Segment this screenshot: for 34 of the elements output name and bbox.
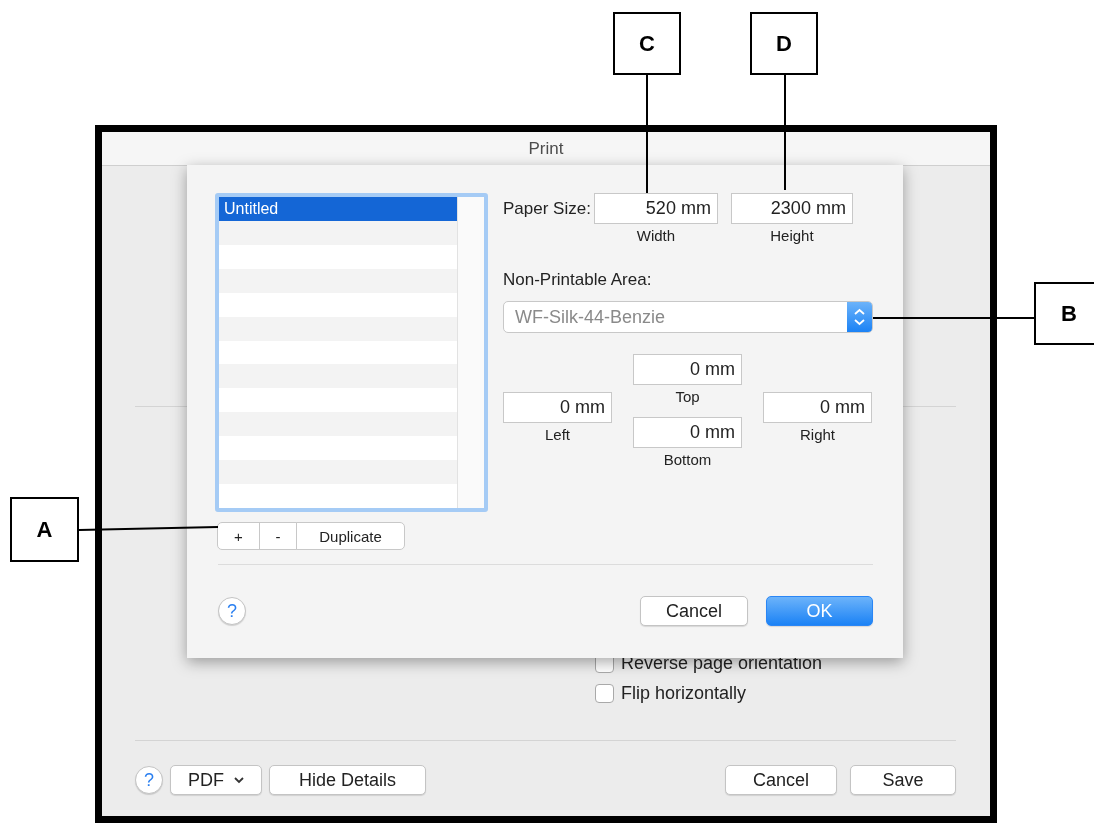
cancel-button[interactable]: Cancel (725, 765, 837, 795)
list-button[interactable]: - (259, 522, 297, 550)
checkbox-label: Flip horizontally (621, 682, 747, 704)
chevron-down-icon (234, 776, 244, 784)
margin-field[interactable]: 0 mm (503, 392, 612, 423)
size-field[interactable]: 520 mm (593, 193, 718, 224)
callout-label: C (613, 12, 681, 75)
callout-label: B (1034, 282, 1094, 345)
preset-item[interactable]: Untitled (219, 197, 457, 221)
section-label: Non-Printable Area: (503, 270, 653, 290)
list-button[interactable]: Duplicate (296, 522, 405, 550)
hide-details-button[interactable]: Hide Details (269, 765, 426, 795)
help-button[interactable]: ? (218, 597, 246, 625)
margin-field[interactable]: 0 mm (633, 417, 742, 448)
field-caption: Top (675, 388, 700, 405)
field-caption: Left (545, 426, 570, 443)
help-button[interactable]: ? (135, 766, 163, 794)
margin-field[interactable]: 0 mm (633, 354, 742, 385)
field-caption: Width (636, 227, 676, 244)
cancel-button[interactable]: Cancel (640, 596, 748, 626)
window-title: Print (528, 138, 564, 159)
margin-field[interactable]: 0 mm (763, 392, 872, 423)
stepper-icon (847, 302, 872, 332)
pdf-menu-button[interactable]: PDF (170, 765, 262, 795)
size-field[interactable]: 2300 mm (730, 193, 853, 224)
list-button[interactable]: + (217, 522, 260, 550)
field-caption: Bottom (663, 451, 712, 468)
checkbox[interactable] (595, 683, 614, 703)
field-caption: Right (800, 426, 835, 443)
callout-label: A (10, 497, 79, 562)
paper-size-label: Paper Size: (503, 199, 591, 219)
save-button[interactable]: Save (850, 765, 956, 795)
callout-label: D (750, 12, 818, 75)
field-caption: Height (770, 227, 814, 244)
